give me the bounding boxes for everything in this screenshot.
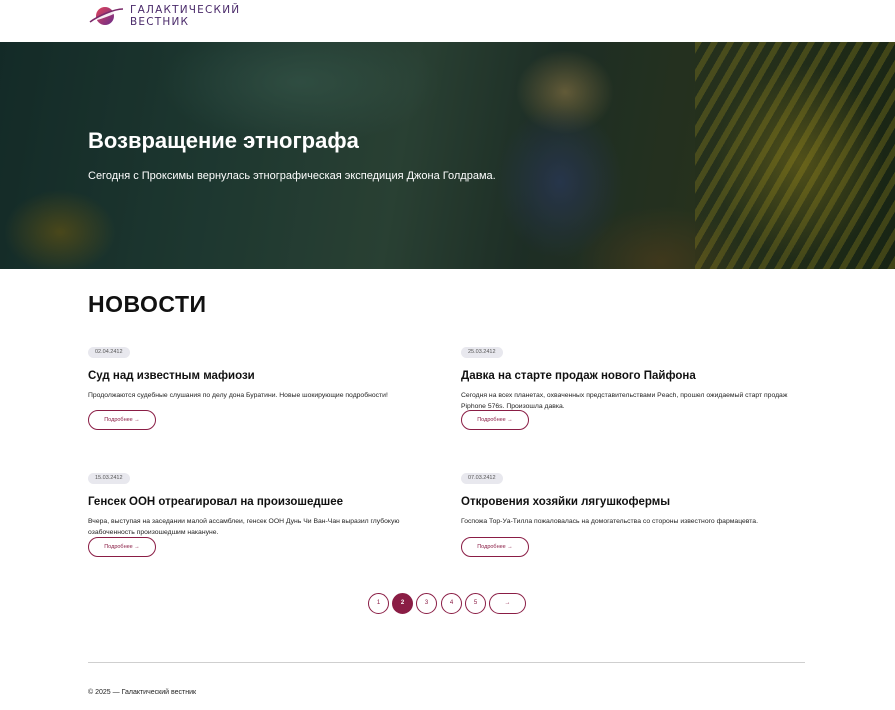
news-card: 25.03.2412 Давка на старте продаж нового… [461,340,801,430]
page-2-button[interactable]: 2 [392,593,413,614]
next-page-button[interactable]: → [489,593,526,614]
news-card: 02.04.2412 Суд над известным мафиози Про… [88,340,428,430]
news-title: Генсек ООН отреагировал на произошедшее [88,496,344,508]
page-1-button[interactable]: 1 [368,593,389,614]
page-4-button[interactable]: 4 [441,593,462,614]
read-more-button[interactable]: Подробнее → [88,410,156,430]
page-3-button[interactable]: 3 [416,593,437,614]
planet-ring-icon [89,7,124,25]
read-more-button[interactable]: Подробнее → [88,537,156,557]
news-date: 25.03.2412 [461,347,503,358]
footer-divider [88,662,805,663]
logo-text: ГАЛАКТИЧЕСКИЙ ВЕСТНИК [130,4,240,28]
logo-line-2: ВЕСТНИК [130,16,190,28]
site-logo[interactable]: ГАЛАКТИЧЕСКИЙ ВЕСТНИК [88,4,240,28]
news-heading: НОВОСТИ [88,291,207,317]
news-date: 07.03.2412 [461,473,503,484]
hero-subtitle: Сегодня с Проксимы вернулась этнографиче… [88,170,496,182]
news-date: 02.04.2412 [88,347,130,358]
news-card: 07.03.2412 Откровения хозяйки лягушкофер… [461,466,801,557]
news-date: 15.03.2412 [88,473,130,484]
logo-line-1: ГАЛАКТИЧЕСКИЙ [130,4,241,16]
news-excerpt: Сегодня на всех планетах, охваченных пре… [461,392,788,410]
read-more-button[interactable]: Подробнее → [461,537,529,557]
footer-copyright: © 2025 — Галактический вестник [88,689,197,696]
news-excerpt: Продолжаются судебные слушания по делу д… [88,392,388,399]
news-title: Суд над известным мафиози [88,370,255,382]
hero-title: Возвращение этнографа [88,128,359,153]
news-excerpt: Госпожа Тор-Уа-Тилла пожаловалась на дом… [461,518,758,525]
news-excerpt: Вчера, выступая на заседании малой ассам… [88,518,400,536]
site-header: ГАЛАКТИЧЕСКИЙ ВЕСТНИК [0,0,895,42]
hero-banner: Возвращение этнографа Сегодня с Проксимы… [0,42,895,269]
news-card: 15.03.2412 Генсек ООН отреагировал на пр… [88,466,428,557]
page-5-button[interactable]: 5 [465,593,486,614]
news-title: Давка на старте продаж нового Пайфона [461,370,696,382]
news-title: Откровения хозяйки лягушкофермы [461,496,671,508]
read-more-button[interactable]: Подробнее → [461,410,529,430]
